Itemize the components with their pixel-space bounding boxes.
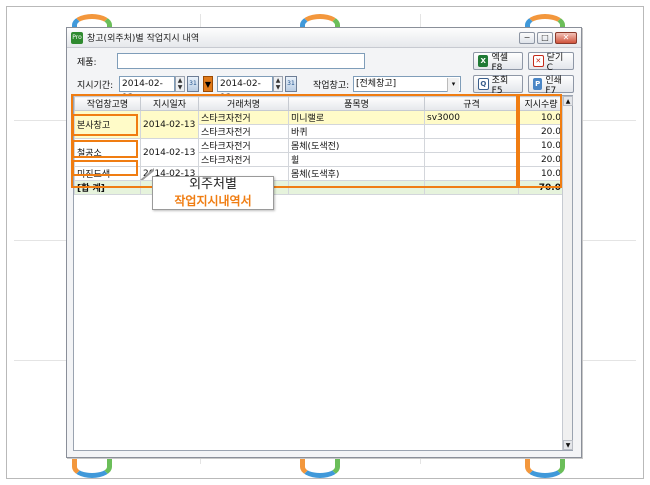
cell-spec: sv3000 <box>424 110 519 125</box>
total-row: [합 계] 70.0 <box>74 180 564 195</box>
scroll-up-icon[interactable]: ▲ <box>563 96 573 106</box>
table-row[interactable]: 본사창고 2014-02-13 스타크자전거 미니랠로 sv3000 10.0 <box>74 110 564 139</box>
table-header-row: 작업창고명 지시일자 거래처명 품목명 규격 지시수량 <box>74 96 564 111</box>
date-range-dropdown[interactable]: ▼ <box>203 76 213 92</box>
total-qty: 70.0 <box>518 180 564 195</box>
instruction-grid[interactable]: 작업창고명 지시일자 거래처명 품목명 규격 지시수량 본사창고 2014-02… <box>73 95 573 451</box>
cell-client: 스타크자전거 <box>198 138 289 153</box>
cell-item: 몸체(도색전) <box>288 138 425 153</box>
cell-qty: 10.0 <box>518 110 564 125</box>
date-to-spinner[interactable]: ▲ ▼ <box>273 76 283 92</box>
cell-qty: 20.0 <box>518 124 564 139</box>
total-label: [합 계] <box>74 180 141 195</box>
cell-item: 바퀴 <box>288 124 425 139</box>
cell-qty: 10.0 <box>518 166 564 181</box>
product-label: 제품: <box>77 58 97 68</box>
search-button-label: 조회 F5 <box>491 75 509 96</box>
watermark-logo <box>525 456 565 478</box>
report-window: Pro 창고(외주처)별 작업지시 내역 − □ ✕ 제품: X 엑셀 F8 ✕… <box>66 27 582 458</box>
excel-icon: X <box>478 55 489 67</box>
cell-spec <box>424 138 519 153</box>
search-icon: Q <box>478 78 489 90</box>
column-header-spec[interactable]: 규격 <box>424 96 519 111</box>
close-button-label: 닫기 C <box>546 52 564 73</box>
product-input[interactable] <box>117 53 365 69</box>
close-button[interactable]: ✕ 닫기 C <box>528 52 574 73</box>
close-icon: ✕ <box>533 55 544 67</box>
callout-box: 외주처별 작업지시내역서 <box>152 176 274 210</box>
column-header-client[interactable]: 거래처명 <box>198 96 289 111</box>
calendar-icon[interactable]: 31 <box>187 76 199 92</box>
cell-client: 스타크자전거 <box>198 110 289 125</box>
excel-button-label: 엑셀 F8 <box>491 52 509 73</box>
cell-spec <box>424 124 519 139</box>
column-header-warehouse[interactable]: 작업창고명 <box>74 96 141 111</box>
window-title: 창고(외주처)별 작업지시 내역 <box>87 34 200 44</box>
cell-warehouse: 본사창고 <box>74 110 141 139</box>
date-from-input[interactable]: 2014-02-13 <box>119 76 175 103</box>
watermark-logo <box>72 456 112 478</box>
table-row[interactable]: 철공소 2014-02-13 스타크자전거 몸체(도색전) 10.0 <box>74 138 564 167</box>
warehouse-select[interactable]: [전체창고] ▾ <box>353 76 461 92</box>
search-button[interactable]: Q 조회 F5 <box>473 75 523 96</box>
callout-subtitle: 작업지시내역서 <box>174 194 252 208</box>
vertical-scrollbar[interactable]: ▲ ▼ <box>562 96 573 450</box>
callout-title: 외주처별 <box>189 177 237 192</box>
date-from-spinner[interactable]: ▲ ▼ <box>175 76 185 92</box>
product-filter-row: 제품: X 엑셀 F8 ✕ 닫기 C <box>67 52 581 73</box>
cell-spec <box>424 166 519 181</box>
excel-button[interactable]: X 엑셀 F8 <box>473 52 523 73</box>
printer-icon: P <box>533 78 543 90</box>
cell-warehouse: 철공소 <box>74 138 141 167</box>
date-to-input[interactable]: 2014-02-13 <box>217 76 273 103</box>
period-label: 지시기간: <box>77 81 114 91</box>
cell-warehouse: 미진도색 <box>74 166 141 181</box>
calendar-icon[interactable]: 31 <box>285 76 297 92</box>
cell-client: 스타크자전거 <box>198 124 289 139</box>
scroll-down-icon[interactable]: ▼ <box>563 440 573 450</box>
instruction-table: 작업창고명 지시일자 거래처명 품목명 규격 지시수량 본사창고 2014-02… <box>74 96 564 195</box>
warehouse-select-value: [전체창고] <box>356 79 397 89</box>
cell-spec <box>424 152 519 167</box>
window-close-button[interactable]: ✕ <box>555 31 577 44</box>
cell-date: 2014-02-13 <box>140 110 199 139</box>
column-header-date[interactable]: 지시일자 <box>140 96 199 111</box>
warehouse-label: 작업창고: <box>313 81 350 91</box>
minimize-button[interactable]: − <box>519 31 535 44</box>
period-filter-row: 지시기간: 2014-02-13 ▲▼ 31 ▼ 2014-02-13 ▲▼ 3… <box>67 75 581 103</box>
cell-item: 미니랠로 <box>288 110 425 125</box>
watermark-logo <box>300 456 340 478</box>
column-header-item[interactable]: 품목명 <box>288 96 425 111</box>
chevron-down-icon[interactable]: ▾ <box>447 78 459 92</box>
cell-date: 2014-02-13 <box>140 138 199 167</box>
cell-item: 휠 <box>288 152 425 167</box>
app-icon: Pro <box>71 31 83 44</box>
maximize-button[interactable]: □ <box>537 31 553 44</box>
cell-qty: 10.0 <box>518 138 564 153</box>
cell-qty: 20.0 <box>518 152 564 167</box>
print-button[interactable]: P 인쇄 F7 <box>528 75 574 96</box>
column-header-qty[interactable]: 지시수량 <box>518 96 564 111</box>
print-button-label: 인쇄 F7 <box>545 75 562 96</box>
title-bar[interactable]: Pro 창고(외주처)별 작업지시 내역 − □ ✕ <box>67 28 581 48</box>
cell-client: 스타크자전거 <box>198 152 289 167</box>
cell-item: 몸체(도색후) <box>288 166 425 181</box>
